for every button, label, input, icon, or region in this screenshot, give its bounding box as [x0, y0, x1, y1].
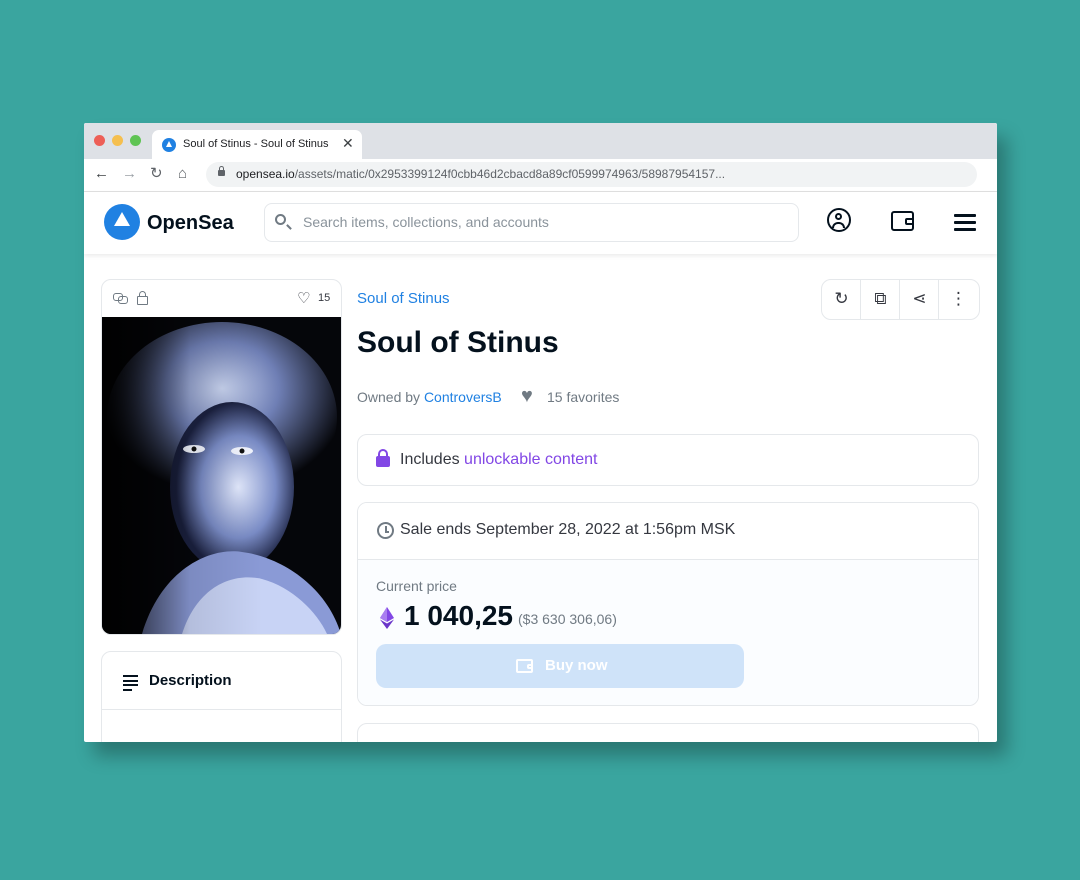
- site-header: OpenSea: [84, 192, 997, 254]
- external-link-icon: ⧉: [874, 289, 887, 308]
- search-input[interactable]: [301, 213, 785, 231]
- unlockable-content-card[interactable]: Includes unlockable content: [357, 434, 979, 486]
- heart-filled-icon: ♥: [521, 385, 533, 407]
- listings-card: [357, 723, 979, 742]
- item-title: Soul of Stinus: [357, 326, 559, 359]
- card-top-bar: ♡ 15: [102, 280, 341, 317]
- url-text: opensea.io/assets/matic/0x2953399124f0cb…: [236, 167, 725, 181]
- search-icon: [275, 214, 286, 225]
- wallet-icon[interactable]: [891, 211, 914, 231]
- refresh-metadata-button[interactable]: ↻: [822, 280, 861, 319]
- browser-window: Soul of Stinus - Soul of Stinus ✕ ← → ↻ …: [84, 123, 997, 742]
- share-icon: ⋖: [912, 289, 927, 308]
- url-path: /assets/matic/0x2953399124f0cbb46d2cbacd…: [294, 167, 726, 181]
- logo-text[interactable]: OpenSea: [147, 212, 234, 235]
- opensea-favicon-icon: [162, 138, 176, 152]
- more-vertical-icon: ⋮: [950, 289, 967, 308]
- owned-by-row: Owned by ControversB: [357, 389, 502, 405]
- back-arrow-icon[interactable]: ←: [94, 165, 109, 183]
- favorites-text[interactable]: 15 favorites: [547, 389, 619, 405]
- price-usd: ($3 630 306,06): [518, 611, 617, 627]
- description-title: Description: [149, 672, 232, 689]
- unlockable-lock-icon[interactable]: [137, 291, 148, 305]
- opensea-logo-icon[interactable]: [104, 204, 140, 240]
- owner-link[interactable]: ControversB: [424, 389, 502, 405]
- home-icon[interactable]: ⌂: [178, 165, 187, 183]
- price-section: Current price 1 040,25 ($3 630 306,06) B…: [358, 560, 978, 705]
- browser-tab[interactable]: Soul of Stinus - Soul of Stinus ✕: [152, 130, 362, 159]
- view-original-button[interactable]: ⧉: [861, 280, 900, 319]
- refresh-icon: ↻: [834, 289, 849, 308]
- sale-card: Sale ends September 28, 2022 at 1:56pm M…: [357, 502, 979, 706]
- favorite-count: 15: [318, 292, 331, 304]
- description-card[interactable]: Description: [101, 651, 342, 742]
- secure-lock-icon: [218, 166, 225, 176]
- nft-artwork-image[interactable]: [102, 317, 341, 634]
- forward-arrow-icon[interactable]: →: [122, 165, 137, 183]
- sale-header: Sale ends September 28, 2022 at 1:56pm M…: [358, 503, 978, 560]
- search-box[interactable]: [264, 203, 799, 242]
- hamburger-menu-icon[interactable]: [954, 214, 976, 231]
- description-lines-icon: [123, 675, 138, 693]
- maximize-window-button[interactable]: [130, 135, 141, 146]
- unlockable-text: Includes unlockable content: [400, 451, 597, 469]
- browser-toolbar: ← → ↻ ⌂ opensea.io/assets/matic/0x295339…: [84, 159, 997, 192]
- heart-outline-icon[interactable]: ♡: [297, 289, 310, 307]
- polygon-chain-icon[interactable]: [113, 293, 128, 304]
- item-actions: ↻ ⧉ ⋖ ⋮: [821, 279, 980, 320]
- more-options-button[interactable]: ⋮: [939, 280, 978, 319]
- url-domain: opensea.io: [236, 167, 295, 181]
- close-window-button[interactable]: [94, 135, 105, 146]
- sale-ends-text: Sale ends September 28, 2022 at 1:56pm M…: [400, 521, 736, 538]
- account-icon[interactable]: [827, 208, 851, 232]
- reload-icon[interactable]: ↻: [150, 165, 163, 183]
- ethereum-icon: [380, 607, 394, 629]
- divider: [102, 709, 341, 710]
- unlockable-prefix: Includes: [400, 451, 460, 468]
- lock-icon: [376, 449, 390, 467]
- tab-close-icon[interactable]: ✕: [342, 135, 354, 152]
- owned-by-label: Owned by: [357, 389, 421, 405]
- nft-card: ♡ 15: [101, 279, 342, 635]
- current-price-label: Current price: [376, 578, 457, 594]
- buy-now-label: Buy now: [545, 657, 608, 674]
- share-button[interactable]: ⋖: [900, 280, 939, 319]
- unlockable-content-link[interactable]: unlockable content: [464, 451, 597, 468]
- tab-strip: Soul of Stinus - Soul of Stinus ✕: [84, 123, 997, 159]
- minimize-window-button[interactable]: [112, 135, 123, 146]
- address-bar[interactable]: opensea.io/assets/matic/0x2953399124f0cb…: [206, 162, 977, 187]
- tab-title: Soul of Stinus - Soul of Stinus: [183, 138, 329, 150]
- collection-link[interactable]: Soul of Stinus: [357, 290, 450, 307]
- clock-icon: [377, 522, 394, 539]
- wallet-icon: [516, 659, 533, 673]
- price-value: 1 040,25: [404, 600, 513, 631]
- buy-now-button[interactable]: Buy now: [376, 644, 744, 688]
